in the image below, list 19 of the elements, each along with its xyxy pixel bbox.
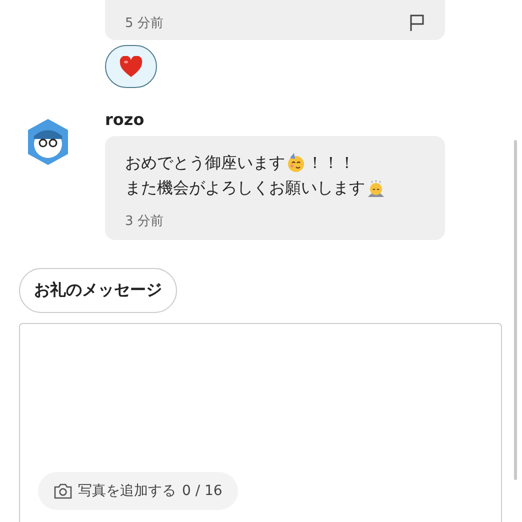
timestamp: 5 分前	[125, 15, 164, 32]
thanks-message-button[interactable]: お礼のメッセージ	[19, 268, 177, 313]
message-text: ！！！	[307, 152, 355, 174]
author-name: rozo	[105, 110, 146, 131]
timestamp: 3 分前	[125, 213, 164, 230]
flag-icon	[409, 14, 425, 32]
add-photo-label: 写真を追加する	[78, 482, 176, 500]
report-button[interactable]	[409, 14, 425, 32]
scrollbar[interactable]	[514, 140, 517, 480]
message-text: また機会がよろしくお願いします	[125, 177, 365, 199]
bowing-person-icon	[366, 178, 386, 198]
camera-icon	[54, 483, 72, 499]
heart-icon	[119, 56, 143, 78]
party-face-icon	[286, 152, 306, 172]
message-text: おめでとう御座います	[125, 152, 285, 174]
photo-count: 0 / 16	[182, 483, 222, 499]
reaction-button[interactable]	[105, 45, 157, 88]
message-input-field[interactable]: 写真を追加する 0 / 16	[19, 323, 502, 522]
add-photo-button[interactable]: 写真を追加する 0 / 16	[38, 472, 238, 510]
